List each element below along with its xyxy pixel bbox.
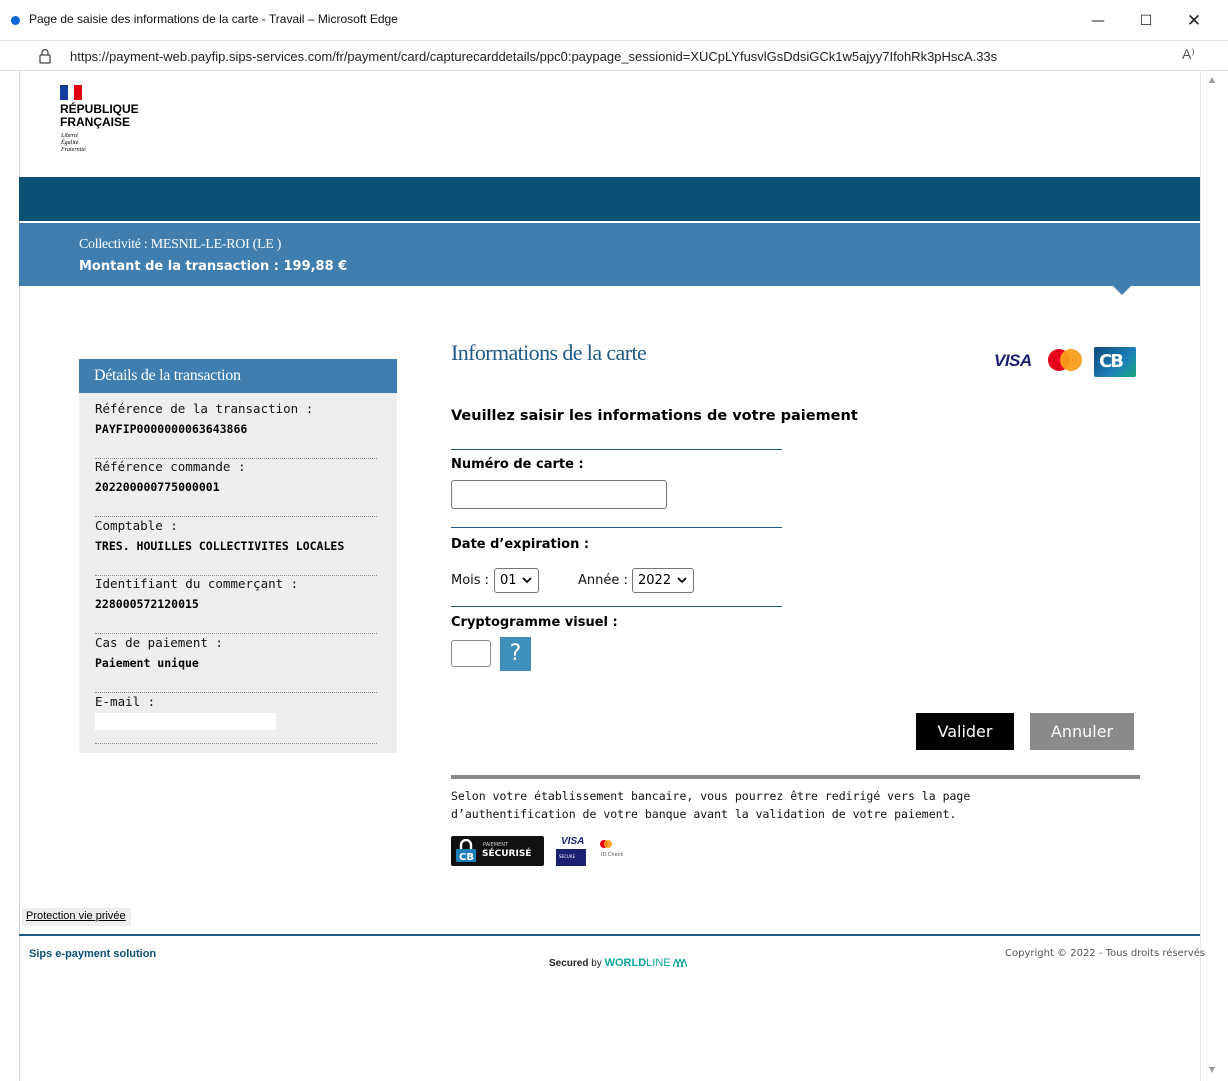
window-title: Page de saisie des informations de la ca… — [29, 12, 398, 26]
scroll-up-arrow-icon[interactable]: ▲ — [1209, 75, 1215, 84]
detail-label: Référence de la transaction : — [95, 401, 314, 416]
detail-value: Paiement unique — [95, 656, 199, 670]
url-field[interactable]: https://payment-web.payfip.sips-services… — [70, 49, 997, 64]
cvv-label: Cryptogramme visuel : — [451, 615, 618, 630]
year-select[interactable]: 2022 — [632, 568, 694, 593]
id-check-text: ID Check — [601, 852, 624, 858]
detail-value: TRES. HOUILLES COLLECTIVITES LOCALES — [95, 539, 345, 553]
scroll-down-arrow-icon[interactable]: ▼ — [1209, 1065, 1215, 1074]
logo-name-line2: FRANÇAISE — [60, 115, 131, 129]
detail-label: Comptable : — [95, 518, 178, 533]
logo-motto-3: Fraternité — [61, 147, 86, 153]
svg-text:CB: CB — [459, 852, 474, 863]
browser-tab-icon — [11, 16, 20, 25]
year-select-value: 2022 — [638, 573, 672, 588]
window-titlebar: Page de saisie des informations de la ca… — [0, 0, 1228, 41]
secured-by-worldline: Secured by WORLDLINE — [549, 957, 688, 969]
detail-value: 202200000775000001 — [95, 480, 220, 494]
form-divider — [451, 449, 782, 450]
secure-payment-badges: CB PAIEMENT SÉCURISÉ VISA SECURE ID Chec… — [451, 836, 651, 870]
cvv-input[interactable] — [451, 640, 491, 667]
visa-badge-text: VISA — [561, 836, 585, 847]
month-select[interactable]: 01 — [494, 568, 539, 593]
header-band — [19, 177, 1200, 221]
worldline-logo-icon — [672, 957, 688, 968]
privacy-link[interactable]: Protection vie privée — [22, 908, 131, 926]
visa-secure-text: SECURE — [559, 854, 576, 859]
transaction-banner: Collectivité : MESNIL-LE-ROI (LE ) Monta… — [19, 223, 1200, 286]
chevron-down-icon — [677, 577, 687, 584]
logo-motto-2: Égalité — [61, 140, 79, 146]
card-number-label: Numéro de carte : — [451, 457, 584, 472]
worldline-brand-light: LINE — [646, 957, 671, 969]
detail-order-reference: Référence commande : 202200000775000001 — [95, 459, 377, 517]
mastercard-logo-icon — [1048, 349, 1082, 371]
form-title: Informations de la carte — [451, 340, 647, 365]
form-divider — [451, 527, 782, 528]
collectivite-text: Collectivité : MESNIL-LE-ROI (LE ) — [79, 237, 282, 252]
year-label: Année : — [578, 573, 628, 588]
logo-motto: Liberté Égalité Fraternité — [61, 133, 86, 154]
card-number-input[interactable] — [451, 480, 667, 509]
transaction-amount: Montant de la transaction : 199,88 € — [79, 259, 348, 274]
close-window-button[interactable]: ✕ — [1172, 6, 1216, 36]
detail-value: PAYFIP0000000063643866 — [95, 422, 248, 436]
sips-link[interactable]: Sips e-payment solution — [29, 948, 156, 960]
logo-motto-1: Liberté — [61, 133, 79, 139]
chevron-down-icon — [522, 577, 532, 584]
detail-accountant: Comptable : TRES. HOUILLES COLLECTIVITES… — [95, 518, 377, 576]
payment-prompt: Veuillez saisir les informations de votr… — [451, 408, 858, 424]
french-flag-icon — [60, 85, 82, 100]
banner-notch — [1113, 286, 1131, 295]
detail-merchant-id: Identifiant du commerçant : 228000572120… — [95, 576, 377, 634]
padlock-icon: CB — [456, 839, 476, 863]
month-select-value: 01 — [500, 573, 517, 588]
read-aloud-icon[interactable]: A⁾ — [1182, 46, 1195, 63]
footer-divider — [19, 934, 1200, 936]
lock-icon[interactable] — [39, 48, 51, 64]
worldline-brand-bold: WORLD — [604, 957, 647, 969]
detail-payment-case: Cas de paiement : Paiement unique — [95, 635, 377, 693]
validate-button[interactable]: Valider — [916, 713, 1014, 750]
details-panel-header: Détails de la transaction — [79, 359, 397, 393]
notice-separator — [451, 775, 1140, 779]
visa-logo-icon: VISA — [994, 351, 1032, 370]
expiry-date-label: Date d’expiration : — [451, 537, 590, 552]
cb-logo-icon: CB — [1094, 347, 1136, 377]
detail-transaction-reference: Référence de la transaction : PAYFIP0000… — [95, 401, 377, 459]
month-label: Mois : — [451, 573, 490, 588]
detail-label: Identifiant du commerçant : — [95, 576, 299, 591]
detail-value: 228000572120015 — [95, 597, 199, 611]
form-divider — [451, 606, 782, 607]
cancel-button[interactable]: Annuler — [1030, 713, 1134, 750]
transaction-details-panel: Détails de la transaction Référence de l… — [79, 359, 397, 753]
detail-label: E-mail : — [95, 694, 156, 709]
cb-secure-badge: CB PAIEMENT SÉCURISÉ — [451, 836, 544, 866]
secured-text: Secured — [549, 958, 589, 969]
cb-badge-big-text: SÉCURISÉ — [482, 849, 532, 859]
cvv-help-button[interactable]: ? — [500, 637, 531, 671]
detail-label: Cas de paiement : — [95, 635, 223, 650]
detail-email: E-mail : — [95, 694, 377, 744]
visa-secure-badge: VISA SECURE — [555, 836, 587, 868]
email-value-redacted — [95, 713, 276, 730]
accepted-cards: VISA CB — [994, 347, 1136, 377]
cb-logo-text: CB — [1099, 351, 1124, 372]
maximize-button[interactable]: ☐ — [1124, 6, 1168, 36]
secured-by-text: by — [591, 958, 602, 969]
minimize-button[interactable]: — — [1076, 6, 1120, 36]
address-bar: https://payment-web.payfip.sips-services… — [0, 41, 1228, 71]
vertical-scrollbar[interactable]: ▲ ▼ — [1200, 71, 1228, 1081]
bank-redirect-notice: Selon votre établissement bancaire, vous… — [451, 789, 971, 821]
copyright-text: Copyright © 2022 - Tous droits réservés — [1005, 948, 1206, 959]
detail-label: Référence commande : — [95, 459, 246, 474]
details-panel-title: Détails de la transaction — [94, 367, 241, 384]
logo-name: RÉPUBLIQUE FRANÇAISE — [60, 103, 139, 129]
cb-badge-small-text: PAIEMENT — [483, 842, 509, 848]
mastercard-id-check-badge: ID Check — [597, 838, 627, 868]
